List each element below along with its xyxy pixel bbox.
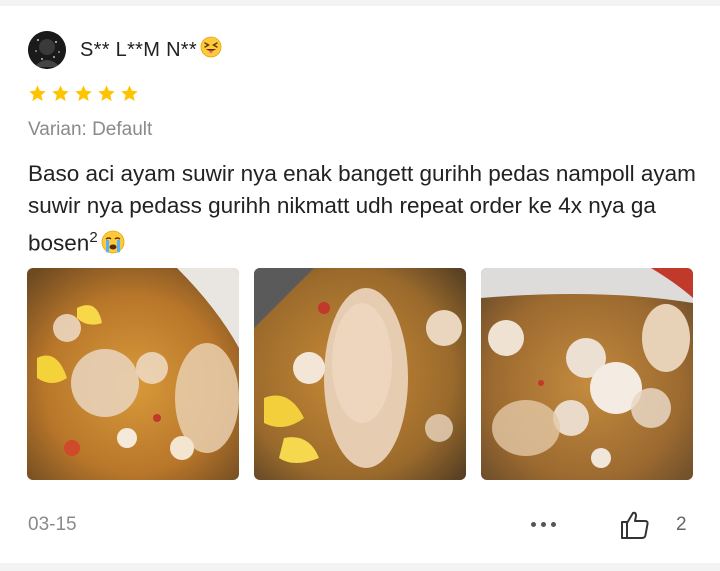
variant-label: Varian: Default	[28, 119, 153, 140]
star-icon	[75, 85, 92, 101]
star-icon	[29, 85, 46, 101]
more-dot	[541, 522, 546, 527]
review-text-body: Baso aci ayam suwir nya enak bangett gur…	[28, 161, 696, 256]
reviewer-name: S** L**M N**	[80, 36, 222, 64]
star-icon	[98, 85, 115, 101]
rating-stars	[28, 84, 139, 103]
review-date: 03-15	[28, 514, 77, 535]
reviewer-name-text: S** L**M N**	[80, 38, 197, 61]
star-icon	[52, 85, 69, 101]
review-photo-3[interactable]	[481, 268, 693, 480]
review-photo-1[interactable]	[27, 268, 239, 480]
like-count: 2	[676, 514, 687, 535]
bottom-divider	[0, 563, 720, 571]
squinting-face-with-tongue-icon	[200, 36, 222, 64]
review-text-superscript: 2	[89, 229, 98, 246]
review-photo-2[interactable]	[254, 268, 466, 480]
review-header: S** L**M N**	[28, 30, 222, 70]
review-text: Baso aci ayam suwir nya enak bangett gur…	[28, 158, 708, 263]
review-footer: 03-15 2	[28, 510, 692, 540]
review-photos	[27, 268, 693, 480]
avatar[interactable]	[28, 31, 66, 69]
thumbs-up-icon[interactable]	[619, 510, 651, 540]
star-icon	[121, 85, 138, 101]
loudly-crying-face-icon	[101, 230, 125, 263]
top-divider	[0, 0, 720, 6]
more-dots-icon[interactable]	[531, 522, 556, 527]
more-dot	[531, 522, 536, 527]
more-dot	[551, 522, 556, 527]
